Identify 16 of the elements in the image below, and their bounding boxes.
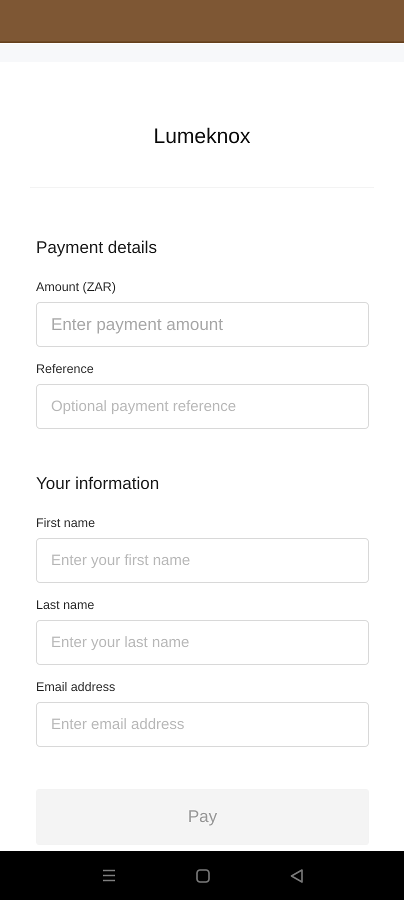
input-field[interactable]: Enter your last name <box>36 620 369 665</box>
section-title: Your information <box>36 474 160 494</box>
field-label: Last name <box>36 598 96 612</box>
menu-icon[interactable] <box>102 869 116 882</box>
field-label: Amount (ZAR) <box>36 280 117 294</box>
brand-title: Lumeknox <box>154 124 250 148</box>
section-title: Payment details <box>36 238 158 258</box>
input-field[interactable]: Enter email address <box>36 702 369 747</box>
input-field[interactable]: Enter payment amount <box>36 302 369 347</box>
field-label: First name <box>36 516 96 530</box>
field-label: Reference <box>36 362 95 376</box>
back-icon[interactable] <box>290 868 302 882</box>
input-field[interactable]: Enter your first name <box>36 538 369 583</box>
input-field[interactable]: Optional payment reference <box>36 384 369 429</box>
field-label: Email address <box>36 680 116 694</box>
home-icon[interactable] <box>196 868 210 882</box>
